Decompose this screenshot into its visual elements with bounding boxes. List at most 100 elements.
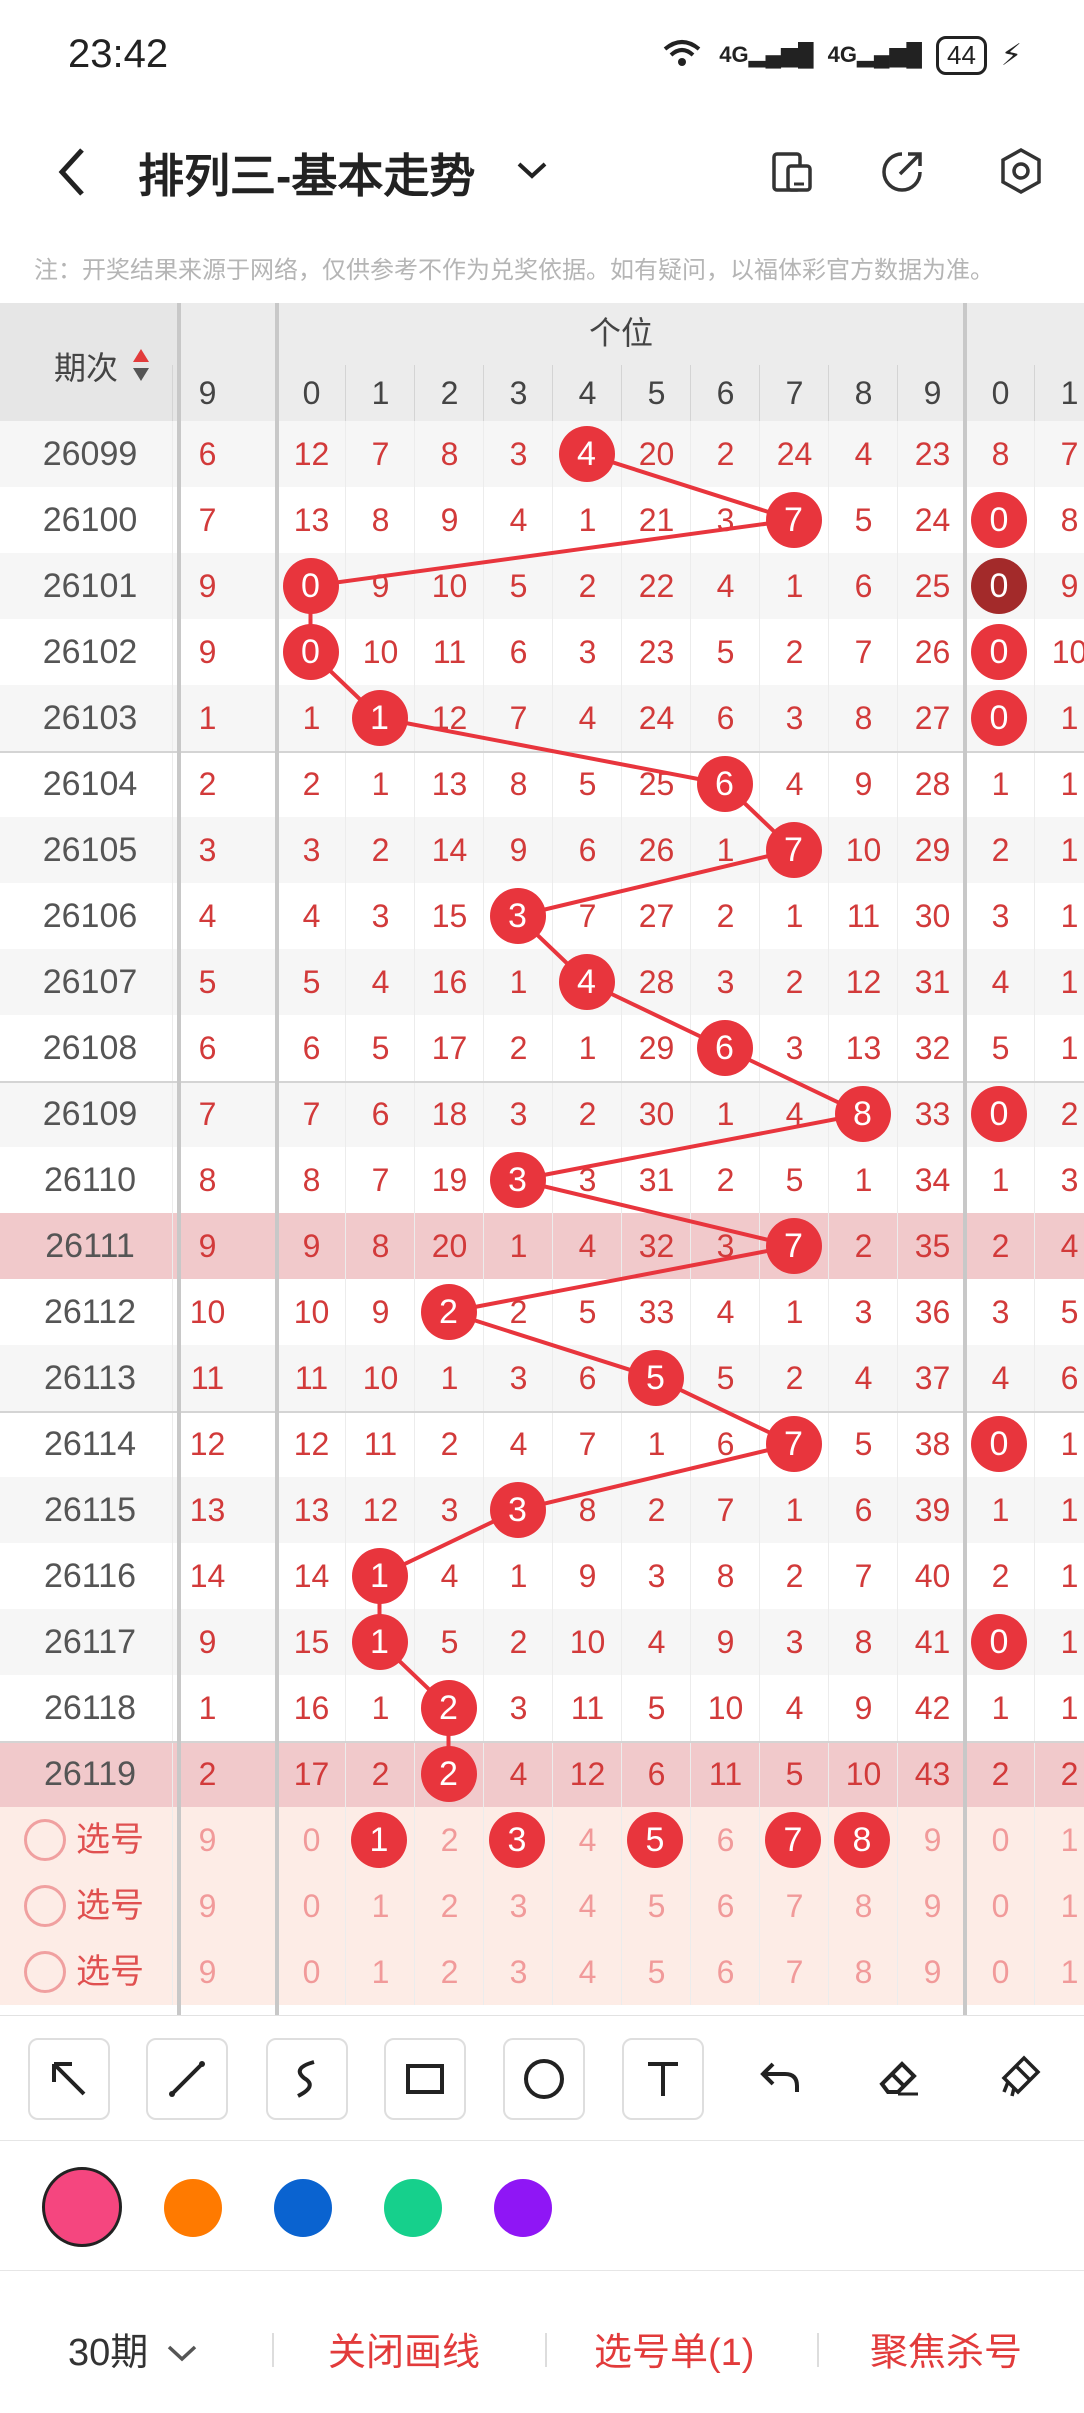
- tens-hit-ball[interactable]: 0: [971, 690, 1027, 746]
- pick-cell[interactable]: 2: [414, 1939, 484, 2005]
- title-dropdown-icon[interactable]: [515, 158, 549, 187]
- digit-cell[interactable]: 7: [345, 421, 415, 487]
- pick-cell[interactable]: 6: [690, 1873, 760, 1939]
- tens-cell[interactable]: 1: [1034, 685, 1084, 751]
- digit-cell[interactable]: 41: [897, 1609, 967, 1675]
- digit-cell[interactable]: 2: [483, 1609, 553, 1675]
- digit-cell[interactable]: 30: [897, 883, 967, 949]
- digit-cell[interactable]: 6: [690, 685, 760, 751]
- close-draw-button[interactable]: 关闭画线: [328, 2321, 480, 2376]
- digit-cell[interactable]: 8: [828, 685, 898, 751]
- digit-cell[interactable]: 7: [552, 883, 622, 949]
- table-row[interactable]: 26117 9 15 5 2 10 4 9 3 8 41 1: [0, 1609, 1084, 1675]
- digit-cell[interactable]: 5: [759, 1147, 829, 1213]
- digit-cell[interactable]: 12: [552, 1741, 622, 1807]
- hit-ball[interactable]: 7: [765, 822, 822, 878]
- digit-cell[interactable]: 4: [621, 1609, 691, 1675]
- color-swatch-purple[interactable]: [494, 2179, 552, 2237]
- digit-cell[interactable]: 9: [690, 1609, 760, 1675]
- tens-cell[interactable]: 8: [1034, 487, 1084, 553]
- digit-cell[interactable]: 9: [414, 487, 484, 553]
- digit-cell[interactable]: 8: [414, 421, 484, 487]
- digit-cell[interactable]: 27: [621, 883, 691, 949]
- pick-cell[interactable]: 0: [276, 1939, 346, 2005]
- pick-cell[interactable]: 5: [621, 1873, 691, 1939]
- pick-tens-cell[interactable]: 1: [1034, 1939, 1084, 2005]
- digit-cell[interactable]: 4: [828, 1345, 898, 1411]
- table-row[interactable]: 26119 2 17 2 4 12 6 11 5 10 43 2 2: [0, 1741, 1084, 1807]
- hit-ball[interactable]: 1: [351, 1548, 408, 1604]
- digit-cell[interactable]: 5: [621, 1675, 691, 1741]
- digit-cell[interactable]: 7: [345, 1147, 415, 1213]
- tens-cell[interactable]: 1: [1034, 817, 1084, 883]
- digit-cell[interactable]: 2: [690, 883, 760, 949]
- digit-cell[interactable]: 8: [276, 1147, 346, 1213]
- pick-tens-cell[interactable]: 0: [965, 1873, 1035, 1939]
- digit-cell[interactable]: 22: [621, 553, 691, 619]
- digit-cell[interactable]: 19: [414, 1147, 484, 1213]
- digit-cell[interactable]: 5: [552, 1279, 622, 1345]
- prev-col-cell[interactable]: 9: [172, 1873, 242, 1939]
- digit-cell[interactable]: 3: [414, 1477, 484, 1543]
- digit-cell[interactable]: 6: [552, 1345, 622, 1411]
- digit-cell[interactable]: 3: [759, 685, 829, 751]
- color-swatch-blue[interactable]: [274, 2179, 332, 2237]
- digit-cell[interactable]: 3: [483, 1081, 553, 1147]
- hit-ball[interactable]: 8: [834, 1086, 891, 1142]
- digit-cell[interactable]: 1: [483, 1213, 553, 1279]
- tens-cell[interactable]: 1: [965, 1675, 1035, 1741]
- table-row[interactable]: 26114 12 12 11 2 4 7 1 6 5 38 1: [0, 1411, 1084, 1477]
- pick-cell[interactable]: 9: [897, 1939, 967, 2005]
- hit-ball[interactable]: 6: [696, 756, 753, 812]
- digit-cell[interactable]: 4: [414, 1543, 484, 1609]
- tens-cell[interactable]: 1: [965, 751, 1035, 817]
- table-row[interactable]: 26112 10 10 9 2 5 33 4 1 3 36 3 5: [0, 1279, 1084, 1345]
- table-row[interactable]: 26100 7 13 8 9 4 1 21 3 5 24 8: [0, 487, 1084, 553]
- digit-cell[interactable]: 29: [621, 1015, 691, 1081]
- digit-cell[interactable]: 36: [897, 1279, 967, 1345]
- hit-ball[interactable]: 5: [627, 1350, 684, 1406]
- line-tool[interactable]: [146, 2038, 228, 2120]
- digit-cell[interactable]: 4: [690, 1279, 760, 1345]
- digit-cell[interactable]: 27: [897, 685, 967, 751]
- digit-cell[interactable]: 8: [552, 1477, 622, 1543]
- eraser-tool[interactable]: [860, 2038, 938, 2116]
- pick-cell[interactable]: 4: [552, 1939, 622, 2005]
- digit-cell[interactable]: 10: [828, 1741, 898, 1807]
- digit-cell[interactable]: 12: [276, 421, 346, 487]
- digit-cell[interactable]: 2: [483, 1279, 553, 1345]
- digit-cell[interactable]: 6: [552, 817, 622, 883]
- digit-cell[interactable]: 2: [621, 1477, 691, 1543]
- pick-cell[interactable]: 8: [828, 1873, 898, 1939]
- digit-cell[interactable]: 2: [759, 1543, 829, 1609]
- digit-cell[interactable]: 14: [414, 817, 484, 883]
- undo-tool[interactable]: [741, 2038, 819, 2116]
- digit-cell[interactable]: 40: [897, 1543, 967, 1609]
- digit-cell[interactable]: 3: [345, 883, 415, 949]
- tens-hit-ball[interactable]: 0: [971, 624, 1027, 680]
- tens-cell[interactable]: 1: [1034, 1477, 1084, 1543]
- trend-table[interactable]: 期次 个位 9012345678901 26099 6 12 7 8 3 20 2 24 4 23 8…: [0, 303, 1084, 2015]
- digit-cell[interactable]: 32: [621, 1213, 691, 1279]
- digit-cell[interactable]: 11: [828, 883, 898, 949]
- table-row[interactable]: 26108 6 6 5 17 2 1 29 3 13 32 5 1: [0, 1015, 1084, 1081]
- digit-cell[interactable]: 20: [621, 421, 691, 487]
- tens-cell[interactable]: 2: [965, 1213, 1035, 1279]
- digit-cell[interactable]: 7: [276, 1081, 346, 1147]
- digit-cell[interactable]: 10: [690, 1675, 760, 1741]
- digit-cell[interactable]: 31: [897, 949, 967, 1015]
- hit-ball[interactable]: 2: [420, 1284, 477, 1340]
- selected-pick-ball[interactable]: 1: [351, 1812, 407, 1868]
- digit-cell[interactable]: 6: [828, 553, 898, 619]
- table-row[interactable]: 26104 2 2 1 13 8 5 25 4 9 28 1 1: [0, 751, 1084, 817]
- digit-cell[interactable]: 1: [276, 685, 346, 751]
- digit-cell[interactable]: 12: [828, 949, 898, 1015]
- hit-ball[interactable]: 3: [489, 1152, 546, 1208]
- circle-tool[interactable]: [503, 2038, 585, 2120]
- digit-cell[interactable]: 1: [759, 1279, 829, 1345]
- table-row[interactable]: 26099 6 12 7 8 3 20 2 24 4 23 8 7: [0, 421, 1084, 487]
- device-layout-icon[interactable]: [768, 146, 818, 196]
- digit-cell[interactable]: 6: [345, 1081, 415, 1147]
- tens-cell[interactable]: 6: [1034, 1345, 1084, 1411]
- hit-ball[interactable]: 3: [489, 888, 546, 944]
